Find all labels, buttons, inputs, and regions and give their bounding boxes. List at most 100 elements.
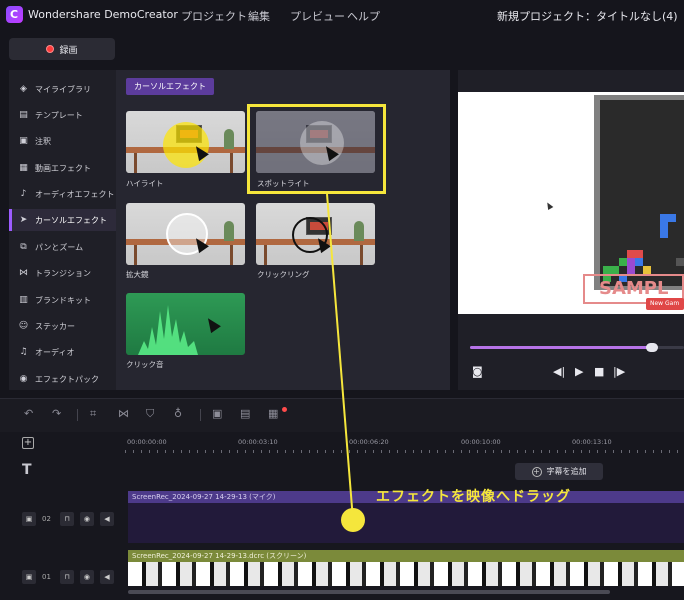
sidebar-item-label: トランジション xyxy=(35,268,91,278)
menu-preview[interactable]: プレビュー xyxy=(290,8,345,24)
sidebar-item-brand-kit[interactable]: ▥ ブランドキット xyxy=(9,289,116,311)
sidebar-item-effect-pack[interactable]: ◉ エフェクトパック xyxy=(9,368,116,390)
sidebar-item-label: カーソルエフェクト xyxy=(35,215,107,225)
music-icon: ♫ xyxy=(19,347,28,357)
seek-handle[interactable] xyxy=(645,343,658,352)
notification-dot xyxy=(282,407,287,412)
tetris-block xyxy=(635,250,643,258)
lock-icon[interactable]: ⊓ xyxy=(59,570,74,584)
add-track-button[interactable]: + xyxy=(22,437,34,449)
microphone-icon[interactable]: ♁ xyxy=(174,407,182,420)
sidebar-item-label: ブランドキット xyxy=(35,295,91,305)
add-subtitle-label: 字幕を追加 xyxy=(546,467,587,476)
crop-icon[interactable]: ⌗ xyxy=(90,407,96,421)
lock-icon[interactable]: ⊓ xyxy=(59,512,74,526)
sidebar-item-template[interactable]: ▤ テンプレート xyxy=(9,104,116,126)
track-number: 02 xyxy=(42,515,51,523)
thumbnail-desk-leg xyxy=(264,245,267,265)
tetris-block xyxy=(668,214,676,222)
shield-icon[interactable]: ⛉ xyxy=(146,407,154,421)
redo-icon[interactable]: ↷ xyxy=(52,407,61,420)
effect-card-click-ring[interactable] xyxy=(256,203,375,265)
add-subtitle-button[interactable]: + 字幕を追加 xyxy=(515,463,603,480)
app-logo-icon: C xyxy=(6,6,23,23)
sidebar-item-label: マイライブラリ xyxy=(35,84,91,94)
section-tag: カーソルエフェクト xyxy=(126,78,214,95)
volume-icon[interactable]: ◀ xyxy=(99,570,114,584)
stop-icon[interactable]: ■ xyxy=(594,365,604,378)
sticker-icon: ☺ xyxy=(18,321,29,331)
cursor-icon: ➤ xyxy=(19,215,28,225)
snapshot-icon[interactable]: ◙ xyxy=(472,365,483,378)
sidebar-item-audio[interactable]: ♫ オーディオ xyxy=(9,341,116,363)
tetris-block xyxy=(660,230,668,238)
tetris-block xyxy=(676,258,684,266)
menu-edit[interactable]: 編集 xyxy=(248,8,270,24)
sidebar-item-label: 注釈 xyxy=(35,136,51,146)
thumbnail-desk-leg xyxy=(134,245,137,265)
thumbnail-desk-leg xyxy=(230,153,233,173)
ruler-tick: 00:00:00:00 xyxy=(127,438,167,446)
thumbnail-plant xyxy=(224,129,234,149)
annotation-icon: ▣ xyxy=(19,136,28,146)
play-icon[interactable]: ▶ xyxy=(575,365,583,378)
sidebar-item-audio-effect[interactable]: ♪ オーディオエフェクト xyxy=(9,183,116,205)
caption-icon[interactable]: ▤ xyxy=(240,407,250,420)
ruler-tick: 00:00:06:20 xyxy=(349,438,389,446)
sidebar-item-label: パンとズーム xyxy=(35,242,84,252)
sidebar-item-label: ステッカー xyxy=(35,321,75,331)
thumbnail-plant xyxy=(224,221,234,241)
tetris-block xyxy=(643,266,651,274)
project-title: 新規プロジェクト：タイトルなし(4) xyxy=(497,10,678,23)
video-clip-thumbnails xyxy=(128,562,684,586)
sidebar-item-video-effect[interactable]: ▦ 動画エフェクト xyxy=(9,157,116,179)
record-button[interactable]: 録画 xyxy=(9,38,115,60)
timeline-ruler[interactable] xyxy=(125,450,684,453)
sidebar-item-cursor-effect[interactable]: ➤ カーソルエフェクト xyxy=(9,209,116,231)
cursor-arrow-icon xyxy=(203,314,221,334)
selection-highlight-box xyxy=(247,104,386,194)
record-dot-icon xyxy=(46,45,55,53)
text-box-icon[interactable]: ▣ xyxy=(212,407,222,420)
layers-icon: ◈ xyxy=(20,84,27,94)
menu-project[interactable]: プロジェクト xyxy=(181,8,247,24)
record-button-label: 録画 xyxy=(59,45,78,56)
tetris-block xyxy=(660,214,668,222)
tetris-block xyxy=(619,258,627,266)
sidebar-item-label: オーディオエフェクト xyxy=(35,189,115,199)
previous-frame-icon[interactable]: ◀| xyxy=(553,365,565,378)
thumbnail-desk-leg xyxy=(134,153,137,173)
effect-card-label: クリック音 xyxy=(126,360,164,369)
video-clip-title: ScreenRec_2024-09-27 14-29-13.dcrc (スクリー… xyxy=(128,550,684,562)
ruler-tick: 00:00:10:00 xyxy=(461,438,501,446)
template-icon: ▤ xyxy=(19,110,28,120)
sidebar-item-label: 動画エフェクト xyxy=(35,163,91,173)
timeline-scrollbar[interactable] xyxy=(128,590,610,594)
eye-icon[interactable]: ◉ xyxy=(79,570,94,584)
volume-icon[interactable]: ◀ xyxy=(99,512,114,526)
effects-icon[interactable]: ▦ xyxy=(268,407,278,420)
eye-icon[interactable]: ◉ xyxy=(79,512,94,526)
toolbar-divider xyxy=(200,409,201,421)
sidebar-item-pan-zoom[interactable]: ⧉ パンとズーム xyxy=(9,236,116,258)
effect-card-label: ハイライト xyxy=(126,179,164,188)
effect-card-click-sound[interactable] xyxy=(126,293,245,355)
sidebar: ◈ マイライブラリ ▤ テンプレート ▣ 注釈 ▦ 動画エフェクト ♪ オーディオエフェク… xyxy=(9,70,116,390)
ruler-tick: 00:00:13:10 xyxy=(572,438,612,446)
plus-icon: + xyxy=(531,466,542,477)
track-type-icon: ▣ xyxy=(22,512,36,526)
effect-card-magnifier[interactable] xyxy=(126,203,245,265)
undo-icon[interactable]: ↶ xyxy=(24,407,33,420)
sidebar-item-annotation[interactable]: ▣ 注釈 xyxy=(9,130,116,152)
menu-help[interactable]: ヘルプ xyxy=(347,8,380,24)
sidebar-item-sticker[interactable]: ☺ ステッカー xyxy=(9,315,116,337)
sound-wave-icon xyxy=(138,305,198,355)
split-icon[interactable]: ⋈ xyxy=(118,407,129,420)
sidebar-item-my-library[interactable]: ◈ マイライブラリ xyxy=(9,78,116,100)
track-header-02: ▣ 02 ⊓ ◉ ◀ xyxy=(0,509,125,529)
sidebar-item-label: エフェクトパック xyxy=(35,374,99,384)
track-header-01: ▣ 01 ⊓ ◉ ◀ xyxy=(0,567,125,587)
next-frame-icon[interactable]: |▶ xyxy=(613,365,625,378)
sidebar-item-transition[interactable]: ⋈ トランジション xyxy=(9,262,116,284)
transition-icon: ⋈ xyxy=(19,268,28,278)
